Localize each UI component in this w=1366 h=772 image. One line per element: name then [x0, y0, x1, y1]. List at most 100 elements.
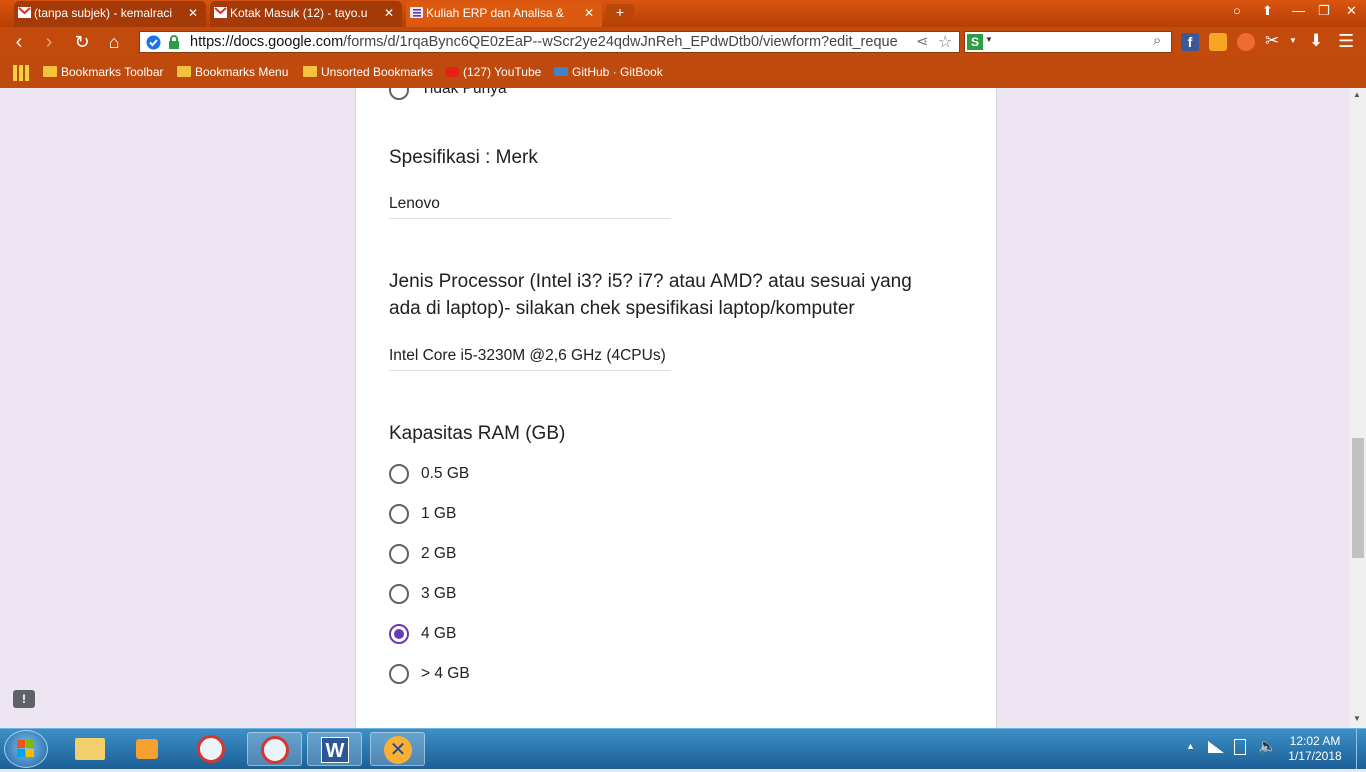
taskbar-browser-2[interactable]	[247, 732, 302, 766]
taskbar-explorer[interactable]	[62, 732, 117, 766]
tab-title: (tanpa subjek) - kemalraci	[34, 6, 173, 20]
windows-logo-icon	[17, 740, 34, 757]
scrollbar-thumb[interactable]	[1352, 438, 1364, 558]
radio-tidak-punya[interactable]	[389, 88, 409, 100]
speech-bubble-icon[interactable]: ○	[1233, 4, 1241, 18]
search-icon[interactable]: ⌕	[1153, 32, 1161, 49]
radio-ram-2gb[interactable]	[389, 544, 409, 564]
chevron-down-icon[interactable]: ▼	[985, 35, 993, 44]
browser-icon	[261, 736, 289, 764]
google-forms-icon	[410, 7, 423, 18]
restore-icon[interactable]: ❐	[1318, 4, 1330, 18]
bookmark-item[interactable]: Bookmarks Menu	[177, 65, 288, 79]
facebook-icon[interactable]: f	[1181, 33, 1199, 51]
show-desktop-button[interactable]	[1356, 729, 1366, 769]
option-label: 3 GB	[421, 585, 457, 602]
tab-gmail-2[interactable]: Kotak Masuk (12) - tayo.u ✕	[210, 1, 402, 27]
start-button[interactable]	[4, 730, 48, 768]
tab-title: Kuliah ERP dan Analisa &	[426, 6, 564, 20]
browser-icon	[197, 735, 225, 763]
show-hidden-icons-icon[interactable]: ▲	[1186, 741, 1195, 751]
share-icon[interactable]: ⋖	[916, 32, 929, 50]
scissors-icon[interactable]: ✂	[1265, 31, 1279, 51]
close-icon[interactable]: ✕	[384, 1, 394, 25]
extension-icon[interactable]	[1209, 33, 1227, 51]
tab-google-form[interactable]: Kuliah ERP dan Analisa & ✕	[406, 1, 602, 27]
taskbar-media-player[interactable]	[120, 732, 175, 766]
url-text: https://docs.google.com/forms/d/1rqaBync…	[190, 34, 910, 50]
xampp-icon: ✕	[384, 736, 412, 764]
back-icon[interactable]: ‹	[7, 31, 31, 55]
radio-ram-4gb[interactable]	[389, 624, 409, 644]
bookmark-item[interactable]: Bookmarks Toolbar	[43, 65, 164, 79]
radio-ram-1gb[interactable]	[389, 504, 409, 524]
menu-icon[interactable]: ☰	[1338, 31, 1354, 52]
taskbar-xampp[interactable]: ✕	[370, 732, 425, 766]
signal-icon[interactable]	[1208, 741, 1224, 753]
tab-gmail-1[interactable]: (tanpa subjek) - kemalraci ✕	[14, 1, 206, 27]
bookmark-label: (127) YouTube	[463, 65, 542, 79]
forward-icon[interactable]: ›	[37, 31, 61, 55]
extension-icon[interactable]	[1237, 33, 1255, 51]
vertical-scrollbar[interactable]: ▲ ▼	[1350, 88, 1366, 728]
search-box[interactable]: S ▼ ⌕	[964, 31, 1172, 53]
option-label: > 4 GB	[421, 665, 470, 682]
windows-explorer-icon	[75, 738, 105, 760]
clock-time: 12:02 AM	[1289, 734, 1341, 748]
form-card: Tidak Punya Spesifikasi : Merk Lenovo Je…	[355, 88, 997, 728]
close-window-icon[interactable]: ✕	[1346, 4, 1357, 18]
question-title: Jenis Processor (Intel i3? i5? i7? atau …	[389, 268, 912, 322]
option-label: 2 GB	[421, 545, 457, 562]
folder-icon	[303, 66, 317, 77]
scroll-down-icon[interactable]: ▼	[1353, 714, 1361, 723]
taskbar-browser-1[interactable]	[185, 732, 240, 766]
system-clock[interactable]: 12:02 AM 1/17/2018	[1280, 734, 1350, 764]
folder-icon	[43, 66, 57, 77]
page-content: Tidak Punya Spesifikasi : Merk Lenovo Je…	[0, 88, 1350, 728]
apps-grid-icon[interactable]	[13, 65, 30, 81]
bookmark-item[interactable]: GitHub · GitBook	[554, 65, 663, 79]
bookmark-item[interactable]: (127) YouTube	[445, 65, 541, 79]
windows-taskbar: W ✕ ▲ 🔈 12:02 AM 1/17/2018	[0, 728, 1366, 769]
feedback-icon[interactable]: !	[13, 690, 35, 708]
merk-answer-field[interactable]: Lenovo	[389, 195, 671, 219]
processor-answer-field[interactable]: Intel Core i5-3230M @2,6 GHz (4CPUs)	[389, 347, 671, 371]
radio-ram-3gb[interactable]	[389, 584, 409, 604]
bookmarks-bar: Bookmarks Toolbar Bookmarks Menu Unsorte…	[0, 59, 1366, 88]
radio-ram-more-4gb[interactable]	[389, 664, 409, 684]
question-title: Kapasitas RAM (GB)	[389, 423, 566, 444]
search-engine-icon[interactable]: S	[967, 34, 983, 50]
taskbar-word[interactable]: W	[307, 732, 362, 766]
reload-icon[interactable]: ↻	[70, 31, 94, 55]
address-bar[interactable]: https://docs.google.com/forms/d/1rqaBync…	[139, 31, 960, 53]
new-tab-button[interactable]: +	[606, 4, 634, 22]
bookmark-label: GitHub · GitBook	[572, 65, 663, 79]
bookmark-star-icon[interactable]: ☆	[938, 32, 952, 52]
pin-icon[interactable]: ⬆	[1262, 4, 1273, 18]
media-player-icon	[136, 739, 158, 759]
gmail-icon	[18, 7, 31, 18]
close-icon[interactable]: ✕	[584, 1, 594, 25]
url-domain: https://docs.google.com	[190, 34, 344, 50]
radio-ram-0-5gb[interactable]	[389, 464, 409, 484]
folder-icon	[177, 66, 191, 77]
option-label: Tidak Punya	[421, 88, 507, 97]
tab-title: Kotak Masuk (12) - tayo.u	[230, 6, 368, 20]
minimize-icon[interactable]: —	[1292, 4, 1305, 18]
gmail-icon	[214, 7, 227, 18]
word-icon: W	[321, 737, 349, 763]
volume-icon[interactable]: 🔈	[1258, 737, 1277, 755]
question-title-line: Jenis Processor (Intel i3? i5? i7? atau …	[389, 271, 912, 292]
url-path: /forms/d/1rqaBync6QE0zEaP--wScr2ye24qdwJ…	[343, 34, 898, 50]
question-title-line: ada di laptop)- silakan chek spesifikasi…	[389, 298, 855, 319]
close-icon[interactable]: ✕	[188, 1, 198, 25]
option-label: 4 GB	[421, 625, 457, 642]
chevron-down-icon[interactable]: ▼	[1289, 36, 1297, 45]
download-icon[interactable]: ⬇	[1309, 31, 1323, 51]
option-label: 0.5 GB	[421, 465, 470, 482]
home-icon[interactable]: ⌂	[102, 31, 126, 55]
gitbook-icon	[554, 67, 568, 76]
bookmark-item[interactable]: Unsorted Bookmarks	[303, 65, 433, 79]
battery-icon[interactable]	[1234, 739, 1246, 755]
scroll-up-icon[interactable]: ▲	[1353, 90, 1361, 99]
